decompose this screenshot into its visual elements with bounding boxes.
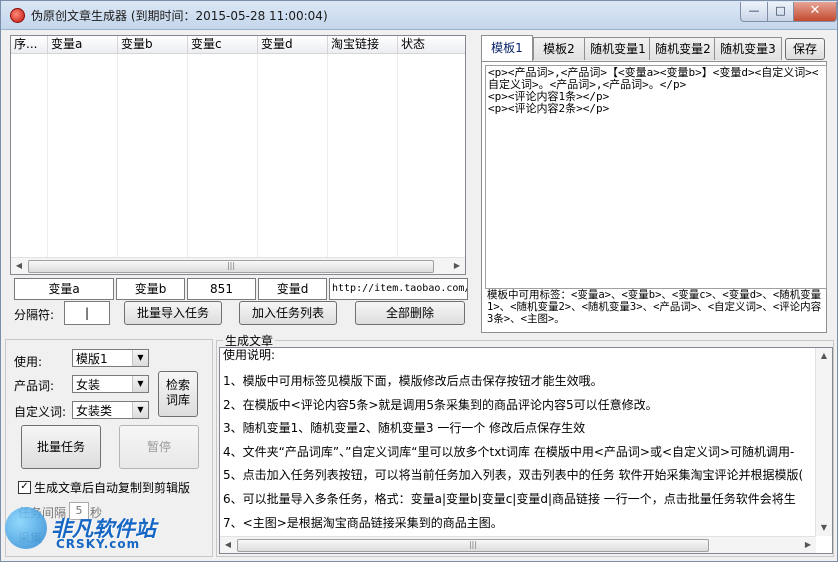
count-input[interactable]: 851 [187, 278, 256, 300]
grid-column-divider [187, 54, 188, 257]
custom-word-label: 自定义词: [14, 405, 67, 419]
grid-header: 序... 变量a 变量b 变量c 变量d 淘宝链接 状态 [11, 36, 465, 54]
save-button[interactable]: 保存 [785, 38, 825, 60]
product-word-label: 产品词: [14, 379, 55, 393]
taobao-link-input[interactable]: http://item.taobao.com/ [329, 278, 468, 300]
grid-column-divider [117, 54, 118, 257]
template-select-value: 模版1 [76, 352, 108, 366]
app-icon [10, 8, 25, 23]
autocopy-checkbox[interactable]: ✓ [18, 481, 31, 494]
title-bar: 伪原创文章生成器 (到期时间：2015-05-28 11:00:04) — □ … [1, 1, 837, 30]
main-window: 伪原创文章生成器 (到期时间：2015-05-28 11:00:04) — □ … [0, 0, 838, 562]
batch-import-button[interactable]: 批量导入任务 [124, 301, 222, 325]
separator-input[interactable]: | [64, 301, 110, 325]
instruction-line: 7、<主图>是根据淘宝商品链接采集到的商品主图。 [223, 515, 503, 530]
template-select[interactable]: 模版1 ▼ [72, 349, 149, 367]
delete-all-button[interactable]: 全部删除 [355, 301, 465, 325]
chevron-down-icon[interactable]: ▼ [132, 350, 148, 366]
tab-random-var-2[interactable]: 随机变量2 [649, 37, 717, 60]
chevron-down-icon[interactable]: ▼ [132, 376, 148, 392]
window-title: 伪原创文章生成器 (到期时间：2015-05-28 11:00:04) [31, 9, 328, 23]
tab-random-var-1[interactable]: 随机变量1 [584, 37, 652, 60]
crsky-watermark: 非凡软件站 CRSKY.com [1, 501, 166, 561]
maximize-button[interactable]: □ [767, 2, 794, 22]
custom-word-select[interactable]: 女装类 ▼ [72, 401, 149, 419]
column-header-var-b[interactable]: 变量b [118, 36, 188, 53]
custom-word-value: 女装类 [76, 404, 113, 418]
column-header-var-a[interactable]: 变量a [48, 36, 118, 53]
grid-horizontal-scrollbar[interactable]: ◀ ||| ▶ [11, 257, 465, 274]
tab-template-2[interactable]: 模板2 [533, 37, 585, 60]
grid-column-divider [47, 54, 48, 257]
add-to-list-button[interactable]: 加入任务列表 [239, 301, 337, 325]
task-list-grid[interactable]: 序... 变量a 变量b 变量c 变量d 淘宝链接 状态 ◀ ||| ▶ [10, 35, 466, 275]
column-header-index[interactable]: 序... [11, 36, 48, 53]
scroll-right-icon[interactable]: ▶ [449, 258, 465, 274]
column-header-taobao-link[interactable]: 淘宝链接 [328, 36, 398, 53]
instruction-line: 4、文件夹“产品词库”、”自定义词库“里可以放多个txt词库 在模版中用<产品词… [223, 444, 795, 459]
product-word-select[interactable]: 女装 ▼ [72, 375, 149, 393]
grid-column-divider [257, 54, 258, 257]
watermark-logo-icon [5, 507, 47, 549]
available-tags-hint: 模板中可用标签：<变量a>、<变量b>、<变量c>、<变量d>、<随机变量1>、… [487, 289, 822, 325]
scroll-left-icon[interactable]: ◀ [220, 537, 236, 553]
instruction-line: 1、模版中可用标签见模版下面，模版修改后点击保存按钮才能生效哦。 [223, 374, 603, 388]
chevron-down-icon[interactable]: ▼ [132, 402, 148, 418]
separator-label: 分隔符: [14, 308, 55, 322]
template-editor[interactable]: <p><产品词>,<产品词>【<变量a><变量b>】<变量d><自定义词><自定… [485, 65, 827, 289]
var-a-input[interactable]: 变量a [14, 278, 114, 300]
var-b-input[interactable]: 变量b [116, 278, 185, 300]
grid-column-divider [327, 54, 328, 257]
scroll-up-icon[interactable]: ▲ [816, 348, 832, 364]
instruction-line: 3、随机变量1、随机变量2、随机变量3 一行一个 修改后点保存生效 [223, 421, 586, 436]
autocopy-label: 生成文章后自动复制到剪辑版 [34, 481, 191, 495]
template-panel: <p><产品词>,<产品词>【<变量a><变量b>】<变量d><自定义词><自定… [481, 61, 827, 333]
close-button[interactable]: ✕ [793, 2, 837, 22]
generated-article-text[interactable]: 使用说明: 1、模版中可用标签见模版下面，模版修改后点击保存按钮才能生效哦。 2… [219, 347, 833, 554]
var-d-input[interactable]: 变量d [258, 278, 327, 300]
scroll-right-icon[interactable]: ▶ [800, 537, 816, 553]
scroll-left-icon[interactable]: ◀ [11, 258, 27, 274]
scroll-thumb[interactable]: ||| [28, 260, 434, 273]
instruction-line: 5、点击加入任务列表按钮，可以将当前任务加入列表，双击列表中的任务 软件开始采集… [223, 468, 803, 483]
grid-column-divider [397, 54, 398, 257]
column-header-var-c[interactable]: 变量c [188, 36, 258, 53]
instruction-line: 使用说明: [223, 348, 276, 362]
batch-task-button[interactable]: 批量任务 [21, 425, 101, 469]
minimize-button[interactable]: — [740, 2, 768, 22]
tab-random-var-3[interactable]: 随机变量3 [714, 37, 782, 60]
usage-instructions: 使用说明: 1、模版中可用标签见模版下面，模版修改后点击保存按钮才能生效哦。 2… [223, 348, 803, 535]
use-label: 使用: [14, 355, 43, 369]
instruction-line: 6、可以批量导入多条任务，格式：变量a|变量b|变量c|变量d|商品链接 一行一… [223, 491, 796, 506]
product-word-value: 女装 [76, 378, 101, 392]
column-header-var-d[interactable]: 变量d [258, 36, 328, 53]
generated-horizontal-scrollbar[interactable]: ◀ ||| ▶ [220, 536, 816, 553]
watermark-text-en: CRSKY.com [56, 537, 141, 551]
instruction-line: 2、在模版中<评论内容5条>就是调用5条采集到的商品评论内容5可以任意修改。 [223, 397, 658, 412]
generated-vertical-scrollbar[interactable]: ▲ ▼ [815, 348, 832, 536]
tab-template-1[interactable]: 模板1 [481, 35, 533, 61]
pause-button[interactable]: 暂停 [119, 425, 199, 469]
scroll-thumb[interactable]: ||| [237, 539, 709, 552]
scroll-down-icon[interactable]: ▼ [816, 520, 832, 536]
column-header-status[interactable]: 状态 [398, 36, 465, 53]
search-library-button[interactable]: 检索 词库 [158, 371, 198, 417]
